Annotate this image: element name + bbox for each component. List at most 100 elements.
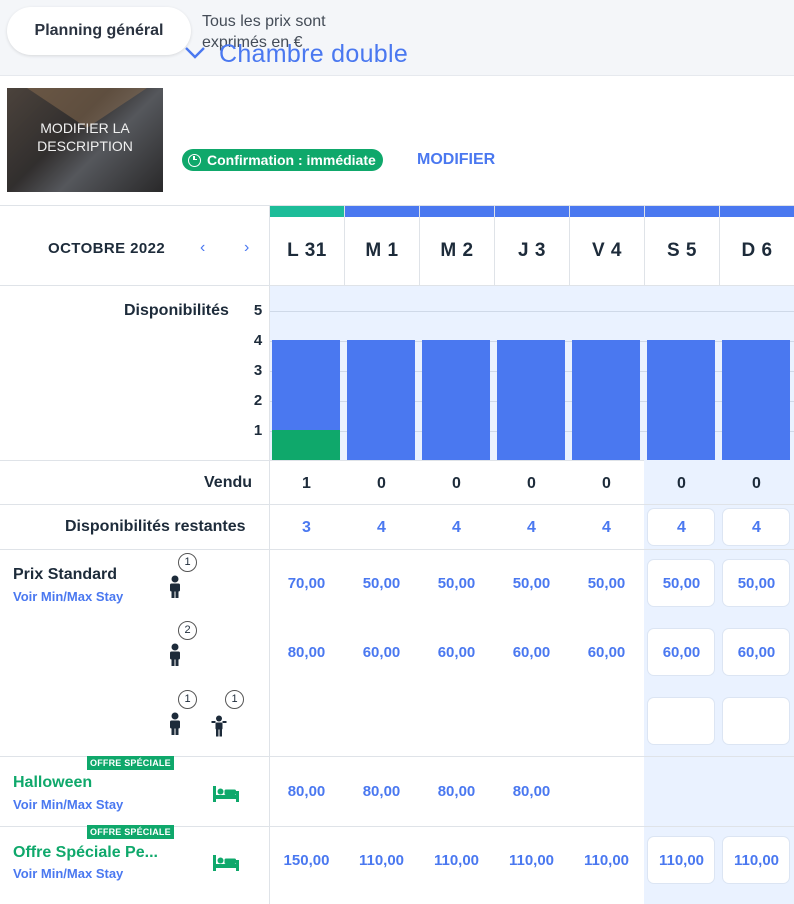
- price-cell[interactable]: 60,00: [344, 644, 419, 661]
- sold-count: 0: [677, 475, 686, 492]
- chevron-right-icon[interactable]: ›: [244, 240, 258, 256]
- min-max-stay-link[interactable]: Voir Min/Max Stay: [13, 866, 123, 881]
- price-cell[interactable]: 60,00: [569, 644, 644, 661]
- price-cell[interactable]: 60,00: [494, 644, 569, 661]
- price-cell[interactable]: 70,00: [269, 575, 344, 592]
- rate-name-halloween[interactable]: Halloween: [13, 774, 92, 792]
- sold-label: Vendu: [204, 474, 253, 491]
- remaining-count: 4: [527, 519, 536, 536]
- special-offer-badge: OFFRE SPÉCIALE: [87, 825, 174, 839]
- price-cell[interactable]: 60,00: [419, 644, 494, 661]
- confirmation-text: Confirmation : immédiate: [207, 152, 376, 168]
- adult-icon: [170, 643, 180, 666]
- chevron-left-icon[interactable]: ‹: [200, 240, 214, 256]
- price-cell[interactable]: 50,00: [644, 575, 719, 592]
- availability-axis-tick: 1: [253, 422, 263, 439]
- remaining-count: 4: [377, 519, 386, 536]
- availability-bar: [647, 340, 715, 460]
- confirmation-badge: Confirmation : immédiate: [182, 149, 383, 171]
- price-cell[interactable]: 50,00: [719, 575, 794, 592]
- day-status-strip: [270, 206, 344, 217]
- day-column-header[interactable]: M 1: [344, 206, 419, 285]
- remaining-count[interactable]: 4: [719, 519, 794, 537]
- sold-count: 0: [527, 475, 536, 492]
- price-cell[interactable]: 110,00: [494, 852, 569, 869]
- day-status-strip: [720, 206, 794, 217]
- price-cell[interactable]: 60,00: [719, 644, 794, 661]
- child-count-badge: 1: [225, 690, 244, 709]
- edit-description-label[interactable]: MODIFIER LA DESCRIPTION: [7, 119, 163, 155]
- availability-bar: [572, 340, 640, 460]
- rate-name-special-offer[interactable]: Offre Spéciale Pe...: [13, 844, 158, 862]
- remaining-label: Disponibilités restantes: [65, 518, 246, 535]
- day-label: M 2: [440, 240, 474, 261]
- price-cell[interactable]: 50,00: [569, 575, 644, 592]
- availability-label: Disponibilités: [124, 302, 229, 319]
- availability-gridline: [270, 311, 794, 312]
- sold-count: 0: [752, 475, 761, 492]
- price-cell[interactable]: 50,00: [419, 575, 494, 592]
- price-cell[interactable]: 150,00: [269, 852, 344, 869]
- price-cell[interactable]: 110,00: [344, 852, 419, 869]
- price-cell[interactable]: 80,00: [269, 783, 344, 800]
- day-status-strip: [570, 206, 644, 217]
- availability-bar: [422, 340, 490, 460]
- adult-count-badge: 2: [178, 621, 197, 640]
- sold-count: 0: [377, 475, 386, 492]
- availability-axis-tick: 4: [253, 332, 263, 349]
- day-label: M 1: [365, 240, 399, 261]
- bed-icon: [213, 786, 239, 802]
- planning-general-button[interactable]: Planning général: [7, 7, 191, 55]
- day-column-header[interactable]: D 6: [719, 206, 794, 285]
- day-status-strip: [345, 206, 419, 217]
- sold-bar-segment: [272, 430, 340, 460]
- price-cell[interactable]: 110,00: [719, 852, 794, 869]
- special-offer-badge: OFFRE SPÉCIALE: [87, 756, 174, 770]
- availability-axis-tick: 2: [253, 392, 263, 409]
- divider: [0, 504, 794, 505]
- price-cell[interactable]: 50,00: [494, 575, 569, 592]
- room-title[interactable]: Chambre double: [219, 40, 408, 69]
- sold-count: 0: [452, 475, 461, 492]
- sold-count: 1: [302, 475, 311, 492]
- availability-axis-tick: 3: [253, 362, 263, 379]
- adult-count-badge: 1: [178, 553, 197, 572]
- price-cell[interactable]: 80,00: [344, 783, 419, 800]
- remaining-count[interactable]: 4: [644, 519, 719, 537]
- bed-icon: [213, 855, 239, 871]
- day-column-header[interactable]: J 3: [494, 206, 569, 285]
- availability-bar: [497, 340, 565, 460]
- day-column-header[interactable]: M 2: [419, 206, 494, 285]
- price-cell[interactable]: 80,00: [269, 644, 344, 661]
- price-cell[interactable]: 110,00: [569, 852, 644, 869]
- remaining-count: 3: [302, 519, 311, 536]
- price-cell[interactable]: 110,00: [644, 852, 719, 869]
- chevron-down-icon[interactable]: [183, 43, 207, 61]
- price-cell[interactable]: 80,00: [419, 783, 494, 800]
- price-cell[interactable]: 110,00: [419, 852, 494, 869]
- price-input-box[interactable]: [648, 698, 714, 744]
- day-column-header[interactable]: L 31: [269, 206, 344, 285]
- day-label: V 4: [591, 240, 623, 261]
- adult-count-badge: 1: [178, 690, 197, 709]
- rate-name-standard: Prix Standard: [13, 566, 118, 583]
- min-max-stay-link[interactable]: Voir Min/Max Stay: [13, 797, 123, 812]
- price-cell[interactable]: 80,00: [494, 783, 569, 800]
- price-cell[interactable]: 60,00: [644, 644, 719, 661]
- sold-count: 0: [602, 475, 611, 492]
- day-label: S 5: [666, 240, 698, 261]
- modify-link[interactable]: MODIFIER: [417, 151, 495, 169]
- day-column-header[interactable]: S 5: [644, 206, 719, 285]
- day-label: J 3: [518, 240, 546, 261]
- remaining-count: 4: [452, 519, 461, 536]
- remaining-count: 4: [602, 519, 611, 536]
- room-header: MODIFIER LA DESCRIPTION: [0, 76, 794, 206]
- price-cell[interactable]: 50,00: [344, 575, 419, 592]
- price-input-box[interactable]: [723, 698, 789, 744]
- child-icon: [211, 715, 227, 737]
- day-column-header[interactable]: V 4: [569, 206, 644, 285]
- min-max-stay-link[interactable]: Voir Min/Max Stay: [13, 589, 123, 604]
- availability-axis-tick: 5: [253, 302, 263, 319]
- day-status-strip: [495, 206, 569, 217]
- room-thumbnail[interactable]: MODIFIER LA DESCRIPTION: [7, 88, 163, 192]
